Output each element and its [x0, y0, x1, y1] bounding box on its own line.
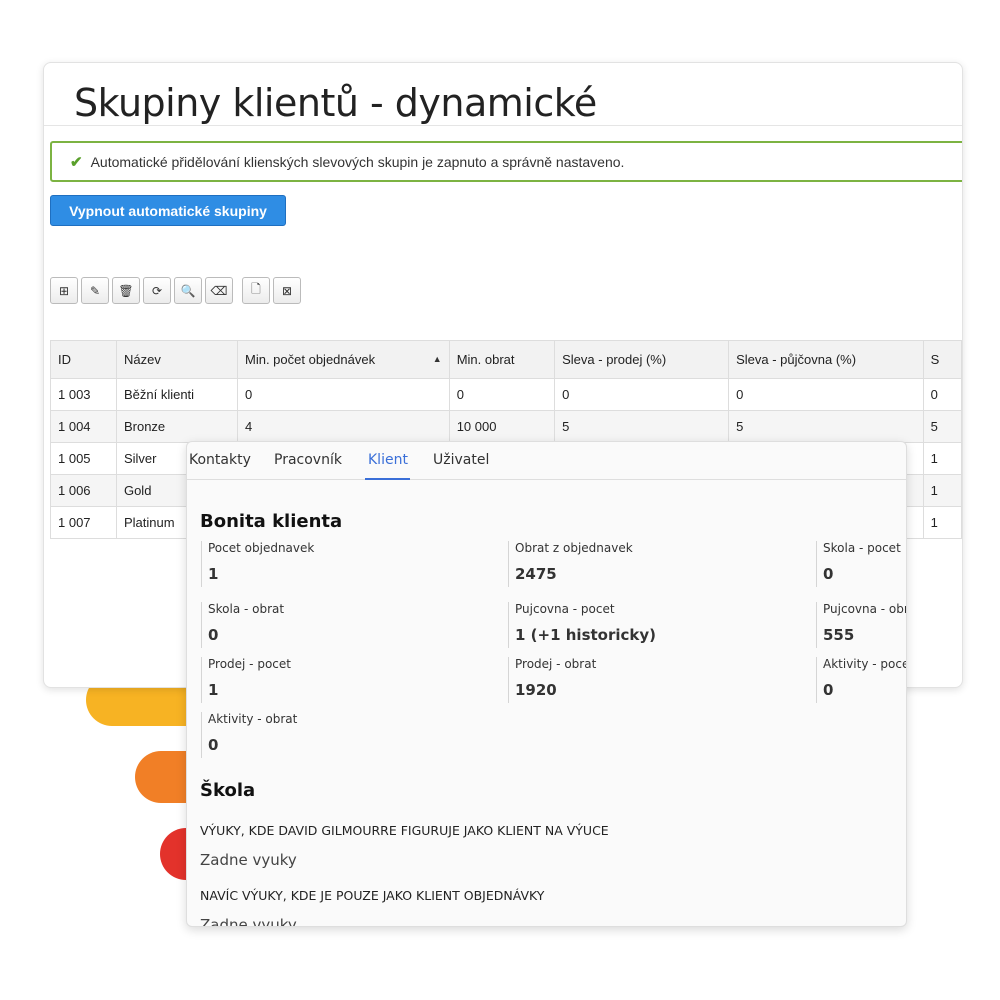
skola-heading-lessons: VÝUKY, KDE DAVID GILMOURRE FIGURUJE JAKO… — [200, 823, 609, 838]
stat-rental-count: Pujcovna - pocet 1 (+1 historicky) — [508, 602, 768, 648]
skola-title: Škola — [200, 780, 256, 801]
delete-icon[interactable]: 🗑 — [112, 277, 140, 304]
column-header-min-turnover[interactable]: Min. obrat — [448, 340, 556, 379]
title-divider — [44, 125, 962, 126]
column-header-name[interactable]: Název — [115, 340, 239, 379]
disable-auto-groups-button[interactable]: Vypnout automatické skupiny — [50, 195, 286, 226]
refresh-icon[interactable]: ⟳ — [143, 277, 171, 304]
grid-toolbar: ⊞ ✎ 🗑 ⟳ 🔍 ⌫ 🗋 ⊠ — [50, 277, 301, 304]
tab-kontakty[interactable]: Kontakty — [189, 452, 251, 468]
client-detail-panel: Kontakty Pracovník Klient Uživatel Bonit… — [186, 441, 907, 927]
active-tab-indicator — [365, 478, 410, 480]
stat-school-turnover: Skola - obrat 0 — [201, 602, 461, 648]
search-icon[interactable]: 🔍 — [174, 277, 202, 304]
column-header-id[interactable]: ID — [50, 340, 117, 379]
page-title: Skupiny klientů - dynamické — [74, 81, 597, 125]
edit-icon[interactable]: ✎ — [81, 277, 109, 304]
tab-pracovnik[interactable]: Pracovník — [274, 452, 342, 468]
bonita-title: Bonita klienta — [200, 511, 343, 532]
stat-rental-turnover: Pujcovna - obra 555 — [816, 602, 906, 648]
sort-asc-icon: ▲ — [432, 354, 442, 364]
table-header-row: ID Název Min. počet objednávek ▲ Min. obr… — [50, 340, 962, 379]
detail-tabs: Kontakty Pracovník Klient Uživatel — [187, 442, 906, 480]
column-header-extra[interactable]: S — [922, 340, 962, 379]
column-header-rental-discount[interactable]: Sleva - půjčovna (%) — [728, 340, 924, 379]
alert-text: Automatické přidělování klienských slevo… — [90, 153, 625, 170]
file-icon[interactable]: 🗋 — [242, 277, 270, 304]
excel-icon[interactable]: ⊠ — [273, 277, 301, 304]
column-header-min-orders[interactable]: Min. počet objednávek ▲ — [237, 340, 450, 379]
stat-activities-turnover: Aktivity - obrat 0 — [201, 712, 461, 758]
table-row[interactable]: 1 004 Bronze 4 10 000 5 5 5 — [50, 410, 962, 443]
tab-klient[interactable]: Klient — [368, 452, 408, 468]
tab-uzivatel[interactable]: Uživatel — [433, 452, 489, 468]
stat-order-turnover: Obrat z objednavek 2475 — [508, 541, 768, 587]
stat-school-count: Skola - pocet 0 — [816, 541, 906, 587]
stat-order-count: Pocet objednavek 1 — [201, 541, 461, 587]
skola-heading-extra-lessons: NAVÍC VÝUKY, KDE JE POUZE JAKO KLIENT OB… — [200, 888, 545, 903]
stat-activities-count: Aktivity - pocet 0 — [816, 657, 906, 703]
skola-lessons-empty: Zadne vyuky — [200, 851, 297, 869]
eraser-icon[interactable]: ⌫ — [205, 277, 233, 304]
column-header-sale-discount[interactable]: Sleva - prodej (%) — [554, 340, 730, 379]
success-alert: ✔ Automatické přidělování klienských sle… — [50, 141, 962, 182]
add-icon[interactable]: ⊞ — [50, 277, 78, 304]
stat-sale-count: Prodej - pocet 1 — [201, 657, 461, 703]
check-icon: ✔ — [70, 153, 83, 171]
stat-sale-turnover: Prodej - obrat 1920 — [508, 657, 768, 703]
skola-extra-lessons-empty: Zadne vyuky — [200, 916, 297, 927]
table-row[interactable]: 1 003 Běžní klienti 0 0 0 0 0 — [50, 378, 962, 411]
